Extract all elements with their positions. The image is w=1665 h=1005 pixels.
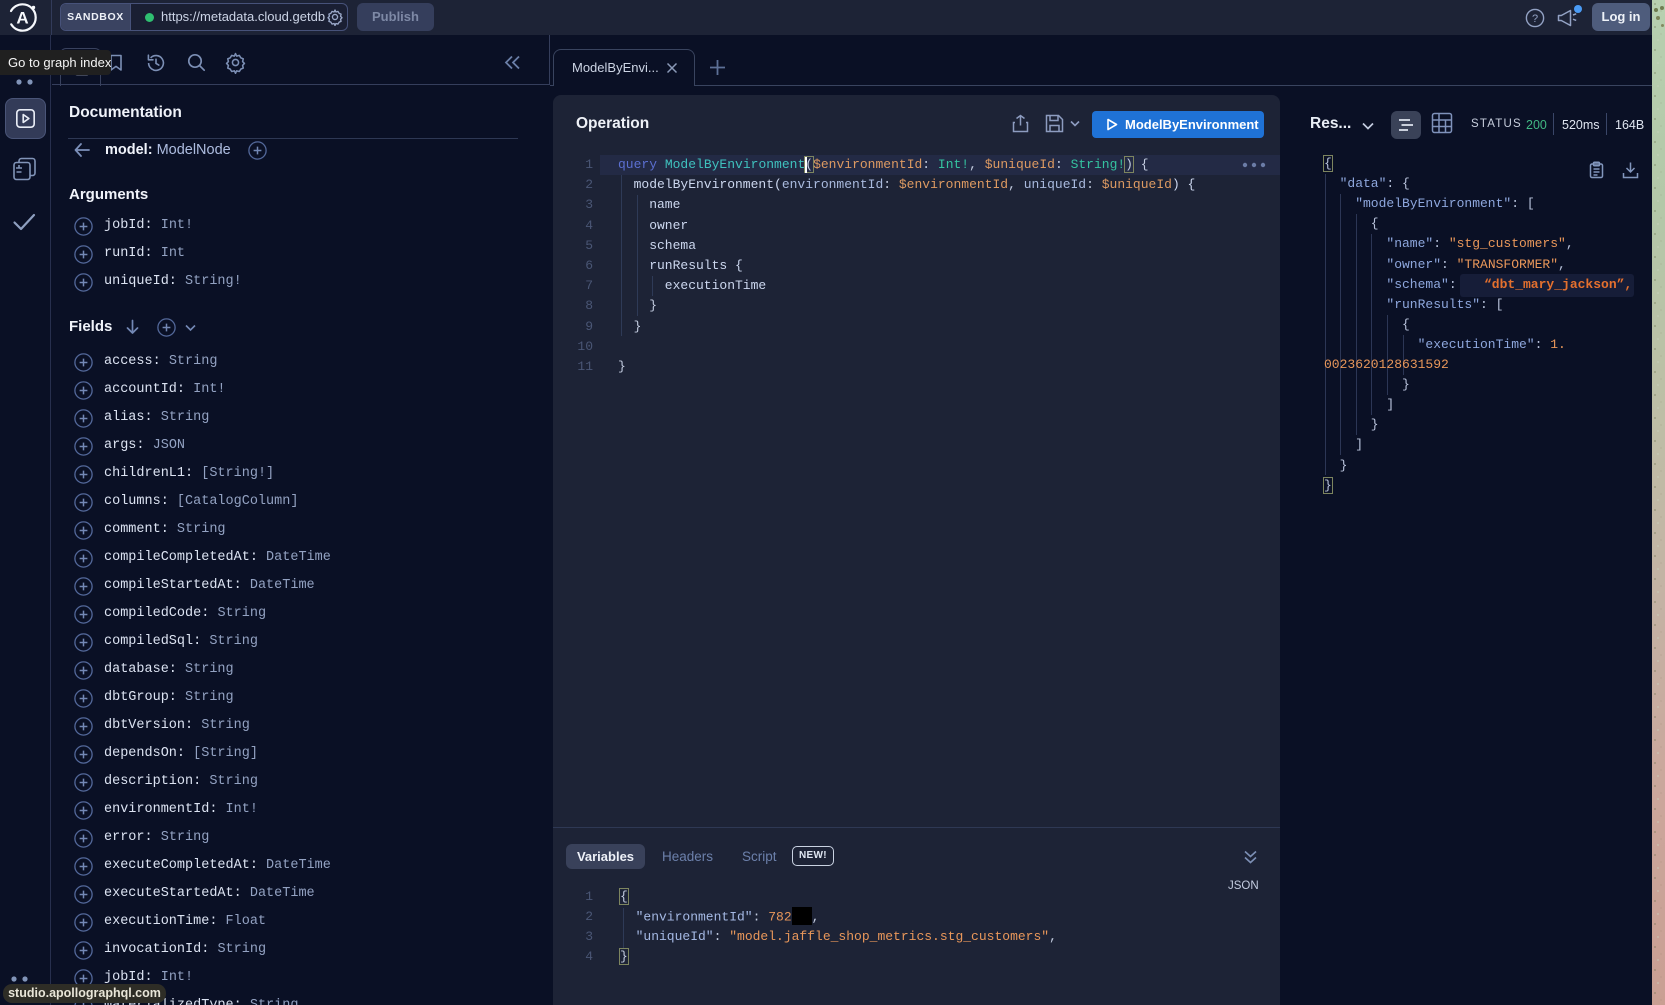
svg-text:?: ? (1532, 13, 1538, 25)
svg-text:A: A (16, 9, 28, 28)
